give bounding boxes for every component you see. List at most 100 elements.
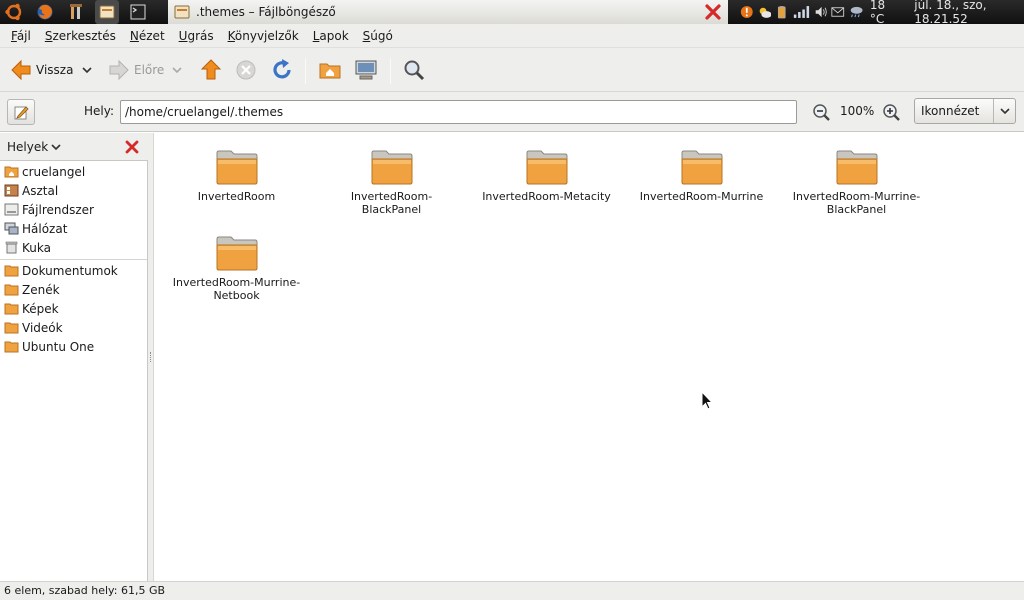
- reload-icon[interactable]: [271, 58, 293, 82]
- location-edit-toggle-button[interactable]: [7, 99, 35, 125]
- forward-button[interactable]: Előre: [108, 58, 164, 82]
- menu-label: zerkesztés: [52, 28, 116, 43]
- back-label: Vissza: [36, 63, 74, 77]
- sidebar-item[interactable]: Dokumentumok: [0, 261, 147, 280]
- volume-icon[interactable]: [814, 4, 828, 20]
- top-panel: .themes – Fájlböngésző 18 °C júl. 18., s…: [0, 0, 1024, 26]
- folder-icon: [526, 150, 567, 185]
- firefox-icon[interactable]: [33, 0, 57, 24]
- sidebar-item-label: Ubuntu One: [22, 339, 95, 354]
- search-icon[interactable]: [402, 58, 426, 82]
- task-title: .themes – Fájlböngésző: [196, 5, 336, 19]
- menu-item[interactable]: Szerkesztés: [38, 24, 123, 48]
- sidebar-header: Helyek: [0, 133, 148, 161]
- filesystem-icon: [4, 203, 19, 216]
- tools-icon[interactable]: [64, 0, 88, 24]
- view-mode-label: Ikonnézet: [921, 104, 980, 118]
- file-manager-icon: [174, 5, 190, 19]
- zoom-out-icon[interactable]: [811, 102, 831, 122]
- arrow-up-icon[interactable]: [200, 58, 222, 82]
- folder-item[interactable]: InvertedRoom-Murrine- BlackPanel: [779, 149, 934, 216]
- forward-label: Előre: [134, 63, 165, 77]
- sidebar-item[interactable]: Ubuntu One: [0, 337, 147, 356]
- status-text: 6 elem, szabad hely: 61,5 GB: [4, 584, 166, 597]
- menu-item[interactable]: Könyvjelzők: [221, 24, 306, 48]
- mouse-pointer-icon: [701, 391, 713, 410]
- status-bar: 6 elem, szabad hely: 61,5 GB: [0, 581, 1024, 600]
- arrow-right-icon: [109, 59, 129, 81]
- sidebar-item-label: Hálózat: [22, 221, 68, 236]
- folder-name-line1: InvertedRoom: [197, 190, 276, 203]
- zoom-in-icon[interactable]: [881, 102, 901, 122]
- sidebar-item-label: Képek: [22, 301, 59, 316]
- folder-name-line1: InvertedRoom-Murrine-: [172, 276, 301, 289]
- folder-name-line1: InvertedRoom-: [350, 190, 433, 203]
- weather-cloud-icon[interactable]: [758, 4, 772, 20]
- sidebar-title: Helyek: [7, 140, 49, 154]
- close-icon[interactable]: [704, 3, 722, 21]
- sidebar-item-label: cruelangel: [22, 164, 86, 179]
- view-mode-select[interactable]: Ikonnézet: [914, 98, 1016, 124]
- network-icon: [4, 222, 19, 235]
- sidebar-item-label: Fájlrendszer: [22, 202, 94, 217]
- sidebar-divider: [0, 259, 147, 260]
- sidebar-item[interactable]: Kuka: [0, 238, 147, 257]
- location-input[interactable]: [120, 100, 797, 124]
- update-notifier-icon[interactable]: [740, 4, 754, 20]
- weather-rain-icon[interactable]: [849, 4, 864, 20]
- back-button[interactable]: Vissza: [10, 58, 73, 82]
- folder-item[interactable]: InvertedRoom-Murrine- Netbook: [159, 235, 314, 302]
- chevron-down-icon[interactable]: [81, 65, 93, 75]
- chevron-down-icon: [51, 144, 61, 151]
- folder-icon: [836, 150, 877, 185]
- terminal-icon[interactable]: [126, 0, 150, 24]
- menu-label: grás: [187, 28, 214, 43]
- folder-item[interactable]: InvertedRoom-Metacity: [469, 149, 624, 203]
- computer-icon[interactable]: [354, 58, 378, 82]
- task-button-file-browser[interactable]: .themes – Fájlböngésző: [168, 0, 728, 24]
- folder-icon: [4, 340, 19, 353]
- folder-icon: [4, 283, 19, 296]
- sidebar-item-label: Dokumentumok: [22, 263, 118, 278]
- sidebar-item[interactable]: Képek: [0, 299, 147, 318]
- home-folder-icon[interactable]: [318, 58, 342, 82]
- folder-name-line1: InvertedRoom-Metacity: [482, 190, 611, 203]
- sidebar-item[interactable]: cruelangel: [0, 162, 147, 181]
- menu-item[interactable]: Súgó: [356, 24, 400, 48]
- temperature-text[interactable]: 18 °C: [870, 0, 898, 26]
- network-signal-icon[interactable]: [793, 4, 810, 20]
- folder-name-line2: Netbook: [213, 289, 260, 302]
- menu-item[interactable]: Lapok: [306, 24, 356, 48]
- menu-item[interactable]: Fájl: [4, 24, 38, 48]
- folder-item[interactable]: InvertedRoom-Murrine: [624, 149, 779, 203]
- file-manager-icon[interactable]: [95, 0, 119, 24]
- sidebar-item-label: Videók: [22, 320, 63, 335]
- chevron-down-icon[interactable]: [171, 65, 183, 75]
- folder-name-line1: InvertedRoom-Murrine-: [792, 190, 921, 203]
- clock-text[interactable]: júl. 18., szo, 18.21.52: [914, 0, 1024, 26]
- toolbar: Vissza Előre: [0, 48, 1024, 92]
- folder-name-line2: BlackPanel: [361, 203, 422, 216]
- sidebar-item[interactable]: Videók: [0, 318, 147, 337]
- folder-icon: [4, 264, 19, 277]
- folder-item[interactable]: InvertedRoom- BlackPanel: [314, 149, 469, 216]
- folder-icon: [4, 302, 19, 315]
- mail-icon[interactable]: [831, 4, 845, 20]
- menu-item[interactable]: Ugrás: [172, 24, 221, 48]
- ubuntu-logo-icon[interactable]: [2, 0, 26, 24]
- arrow-left-icon: [11, 59, 31, 81]
- sidebar-item[interactable]: Asztal: [0, 181, 147, 200]
- sidebar-item[interactable]: Zenék: [0, 280, 147, 299]
- sidebar-item[interactable]: Fájlrendszer: [0, 200, 147, 219]
- location-label: Hely:: [84, 104, 115, 118]
- stop-icon[interactable]: [235, 58, 257, 82]
- menubar: Fájl Szerkesztés Nézet Ugrás Könyvjelzők Lapo…: [0, 24, 1024, 48]
- menu-item[interactable]: Nézet: [123, 24, 172, 48]
- trash-icon: [4, 241, 18, 254]
- sidebar-item[interactable]: Hálózat: [0, 219, 147, 238]
- file-icon-view[interactable]: InvertedRoom InvertedRoom- BlackPanel Inver…: [155, 133, 1024, 581]
- folder-item[interactable]: InvertedRoom: [159, 149, 314, 203]
- battery-icon[interactable]: [775, 4, 789, 20]
- close-icon[interactable]: [124, 139, 140, 155]
- sidebar-type-select[interactable]: Helyek: [7, 140, 62, 154]
